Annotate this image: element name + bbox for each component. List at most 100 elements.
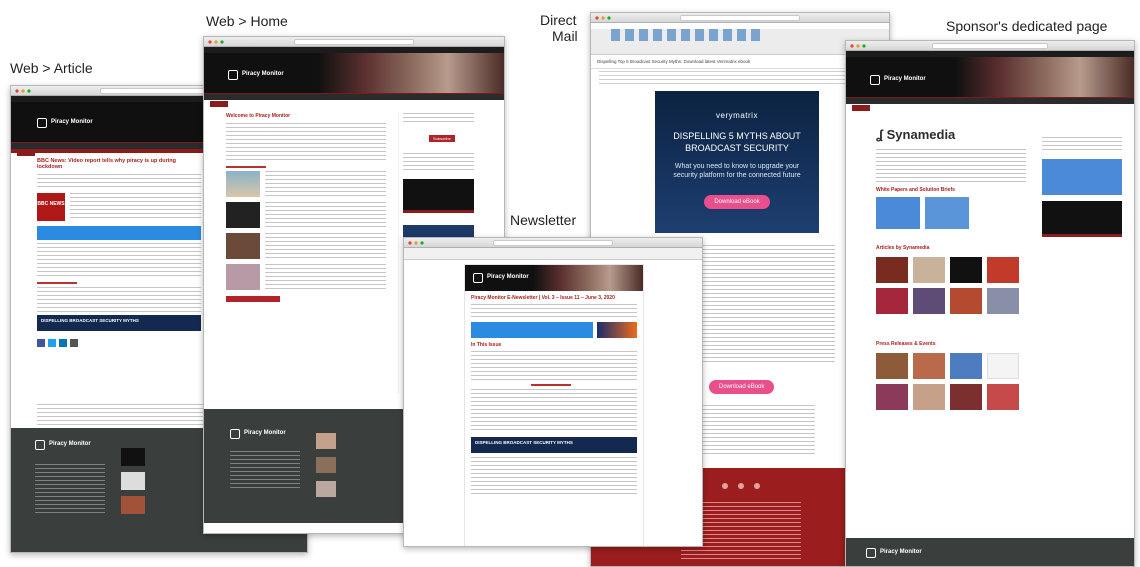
email-share-icon[interactable]	[70, 339, 78, 347]
press-tile[interactable]	[876, 384, 908, 410]
footer-thumb[interactable]	[316, 433, 336, 449]
footer-thumb[interactable]	[316, 457, 336, 473]
site-masthead: Piracy Monitor	[204, 53, 504, 93]
caption-direct-mail-1: Direct	[540, 12, 577, 28]
piracy-monitor-logo-icon[interactable]	[870, 75, 880, 85]
main-nav	[846, 97, 1134, 111]
press-tile[interactable]	[913, 353, 945, 379]
press-tiles	[876, 353, 1019, 410]
more-posts-button[interactable]	[226, 296, 280, 302]
article-headline: BBC News: Video report tells why piracy …	[37, 158, 176, 170]
address-bar[interactable]	[932, 43, 1048, 49]
download-ebook-button-2[interactable]: Download eBook	[709, 380, 775, 394]
piracy-monitor-logo-icon[interactable]	[37, 118, 47, 128]
share-buttons	[37, 339, 201, 347]
article-tile[interactable]	[950, 257, 982, 283]
piracy-monitor-logo-icon	[473, 273, 483, 283]
press-tile[interactable]	[913, 384, 945, 410]
address-bar[interactable]	[493, 240, 613, 246]
sponsor-banner[interactable]	[597, 322, 637, 338]
linkedin-share-icon[interactable]	[59, 339, 67, 347]
footer-site-title: Piracy Monitor	[49, 441, 91, 447]
twitter-icon[interactable]	[738, 483, 744, 489]
sponsor-footer: Piracy Monitor	[846, 538, 1134, 566]
newsletter-site-title: Piracy Monitor	[487, 274, 529, 280]
home-main: Welcome to Piracy Monitor	[226, 113, 386, 413]
sidebar-ad[interactable]	[1042, 159, 1122, 195]
footer-logo-icon	[35, 440, 45, 450]
article-tile[interactable]	[913, 288, 945, 314]
facebook-share-icon[interactable]	[37, 339, 45, 347]
company-description	[876, 149, 1026, 185]
sidebar-ad[interactable]	[1042, 201, 1122, 237]
white-paper-tile[interactable]	[925, 197, 969, 229]
caption-web-article: Web > Article	[10, 60, 93, 76]
sidebar-ad[interactable]	[403, 179, 474, 213]
press-tile[interactable]	[876, 353, 908, 379]
facebook-icon[interactable]	[721, 483, 728, 489]
section-white-papers: White Papers and Solution Briefs	[876, 187, 955, 193]
post-thumb[interactable]	[226, 233, 260, 259]
window-controls-icon[interactable]	[208, 40, 226, 44]
newsletter-toolbar	[404, 248, 702, 260]
site-masthead: Piracy Monitor	[846, 57, 1134, 97]
window-controls-icon[interactable]	[15, 89, 33, 93]
verimatrix-logo: verymatrix	[716, 111, 758, 120]
press-tile[interactable]	[987, 353, 1019, 379]
window-controls-icon[interactable]	[408, 241, 426, 245]
sponsor-banner[interactable]	[37, 226, 201, 240]
nav-active-tab[interactable]	[210, 101, 228, 107]
synamedia-banner[interactable]	[471, 322, 593, 338]
article-tile[interactable]	[987, 288, 1019, 314]
press-tile[interactable]	[950, 384, 982, 410]
footer-thumb[interactable]	[121, 448, 145, 466]
footer-thumb[interactable]	[121, 472, 145, 490]
sponsor-page-window: Piracy Monitor ʆ Synamedia White Papers …	[845, 40, 1135, 567]
white-paper-tile[interactable]	[876, 197, 920, 229]
press-tile[interactable]	[950, 353, 982, 379]
nav-active-tab[interactable]	[17, 150, 35, 156]
mail-body-text	[695, 245, 835, 365]
article-tile[interactable]	[876, 257, 908, 283]
post-thumb[interactable]	[226, 171, 260, 197]
window-controls-icon[interactable]	[850, 44, 868, 48]
twitter-share-icon[interactable]	[48, 339, 56, 347]
newsletter-issue-title: Piracy Monitor E-Newsletter | Vol. 3 – I…	[471, 295, 615, 301]
mail-sign-off	[695, 405, 815, 455]
ad-headline: DISPELLING 5 MYTHS ABOUT BROADCAST SECUR…	[673, 131, 801, 153]
article-tile[interactable]	[876, 288, 908, 314]
address-bar[interactable]	[294, 39, 414, 45]
article-tile[interactable]	[950, 288, 982, 314]
footer-site-title: Piracy Monitor	[880, 549, 922, 555]
post-thumb[interactable]	[226, 202, 260, 228]
window-chrome	[204, 37, 504, 47]
sponsor-sidebar	[1042, 137, 1122, 237]
article-tile[interactable]	[913, 257, 945, 283]
window-controls-icon[interactable]	[595, 16, 613, 20]
address-bar[interactable]	[680, 15, 800, 21]
subscribe-button[interactable]: Subscribe	[429, 135, 455, 142]
mail-toolbar-icons[interactable]	[611, 29, 761, 41]
bbc-news-logo: BBC NEWS	[37, 193, 65, 221]
section-press: Press Releases & Events	[876, 341, 936, 347]
footer-site-title: Piracy Monitor	[244, 430, 286, 436]
white-paper-tiles	[876, 197, 969, 229]
piracy-monitor-logo-icon[interactable]	[228, 70, 238, 80]
linkedin-icon[interactable]	[754, 483, 761, 489]
download-ebook-button[interactable]: Download eBook	[704, 195, 770, 209]
press-tile[interactable]	[987, 384, 1019, 410]
address-bar[interactable]	[99, 88, 219, 94]
post-thumb[interactable]	[226, 264, 260, 290]
newsletter-masthead: Piracy Monitor	[465, 265, 643, 291]
caption-web-home: Web > Home	[206, 13, 288, 29]
footer-thumb[interactable]	[316, 481, 336, 497]
newsletter-window: Piracy Monitor Piracy Monitor E-Newslett…	[403, 237, 703, 547]
article-tile[interactable]	[987, 257, 1019, 283]
verimatrix-banner[interactable]: DISPELLING BROADCAST SECURITY MYTHS	[471, 437, 637, 453]
welcome-title: Welcome to Piracy Monitor	[226, 113, 291, 119]
article-tiles	[876, 257, 1019, 314]
site-title: Piracy Monitor	[884, 76, 926, 82]
footer-thumb[interactable]	[121, 496, 145, 514]
nav-active-tab[interactable]	[852, 105, 870, 111]
verimatrix-banner[interactable]: DISPELLING BROADCAST SECURITY MYTHS	[37, 315, 201, 331]
